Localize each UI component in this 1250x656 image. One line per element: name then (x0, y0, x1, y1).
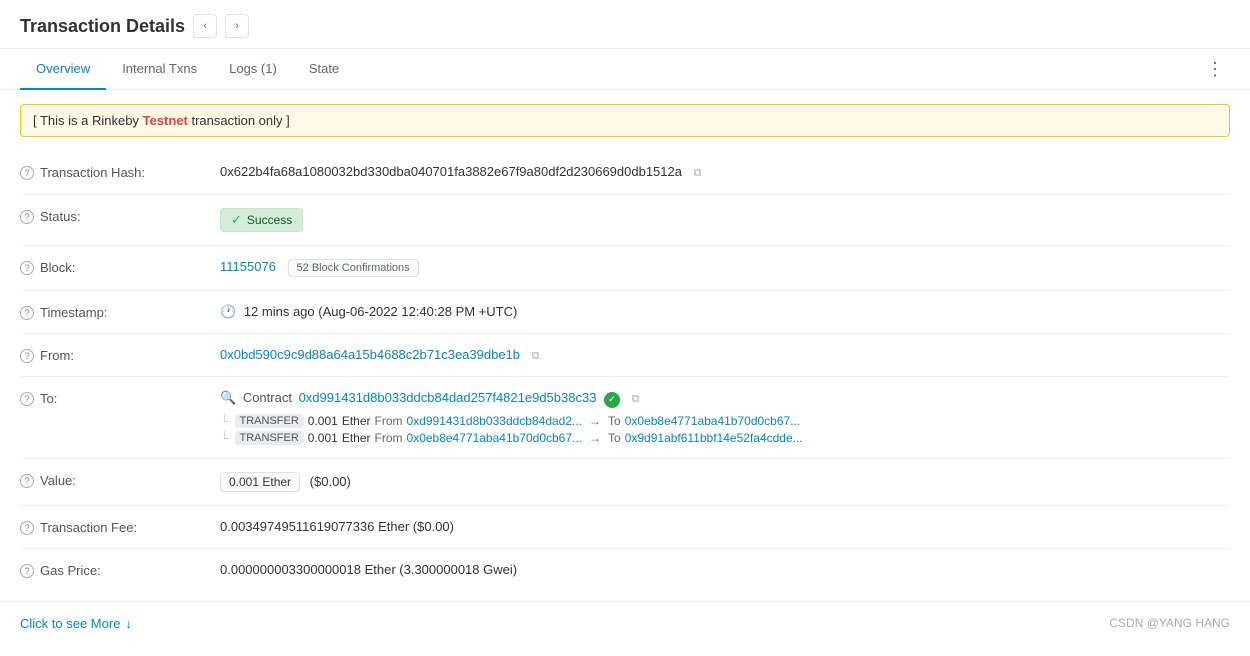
value-gas-price: 0.000000003300000018 Ether (3.300000018 … (220, 562, 1230, 577)
value-usd: ($0.00) (310, 474, 351, 489)
arrow-down-icon: ↓ (125, 616, 132, 631)
help-icon-block[interactable]: ? (20, 261, 34, 275)
testnet-highlight: Testnet (143, 113, 188, 128)
value-status: ✓ Success (220, 208, 1230, 232)
label-from: ? From: (20, 347, 220, 363)
footer-bar: Click to see More ↓ CSDN @YANG HANG (0, 601, 1250, 645)
help-icon-value[interactable]: ? (20, 474, 34, 488)
value-tx-fee: 0.00349749511619077336 Ether ($0.00) (220, 519, 1230, 534)
help-icon-gas-price[interactable]: ? (20, 564, 34, 578)
verified-check-icon: ✓ (604, 392, 620, 408)
row-tx-fee: ? Transaction Fee: 0.0034974951161907733… (20, 506, 1230, 549)
label-block: ? Block: (20, 259, 220, 275)
label-tx-fee: ? Transaction Fee: (20, 519, 220, 535)
row-timestamp: ? Timestamp: 🕐 12 mins ago (Aug-06-2022 … (20, 291, 1230, 334)
success-check-icon: ✓ (231, 212, 242, 228)
transfer-to-link-2[interactable]: 0x9d91abf611bbf14e52fa4cdde... (625, 431, 803, 445)
help-icon-to[interactable]: ? (20, 392, 34, 406)
help-icon-status[interactable]: ? (20, 210, 34, 224)
tab-overview[interactable]: Overview (20, 49, 106, 90)
clock-icon: 🕐 (220, 304, 236, 319)
tab-state[interactable]: State (293, 49, 355, 90)
tab-logs[interactable]: Logs (1) (213, 49, 293, 90)
testnet-banner: [ This is a Rinkeby Testnet transaction … (20, 104, 1230, 137)
transfer-label-2: TRANSFER (235, 431, 304, 445)
value-to: 🔍 Contract 0xd991431d8b033ddcb84dad257f4… (220, 390, 1230, 445)
row-gas-price: ? Gas Price: 0.000000003300000018 Ether … (20, 549, 1230, 591)
transfer-to-link-1[interactable]: 0x0eb8e4771aba41b70d0cb67... (625, 414, 801, 428)
copy-icon-to[interactable]: ⧉ (629, 393, 643, 407)
contract-search-icon: 🔍 (220, 390, 236, 405)
page-title: Transaction Details (20, 16, 185, 37)
label-to: ? To: (20, 390, 220, 406)
next-button[interactable]: › (225, 14, 249, 38)
tab-internal-txns[interactable]: Internal Txns (106, 49, 213, 90)
value-timestamp: 🕐 12 mins ago (Aug-06-2022 12:40:28 PM +… (220, 304, 1230, 320)
credit-text: CSDN @YANG HANG (1109, 616, 1230, 630)
value-block: 11155076 52 Block Confirmations (220, 259, 1230, 277)
label-tx-hash: ? Transaction Hash: (20, 164, 220, 180)
detail-table: ? Transaction Hash: 0x622b4fa68a1080032b… (0, 151, 1250, 591)
transfer-from-link-2[interactable]: 0x0eb8e4771aba41b70d0cb67... (407, 431, 583, 445)
transfer-amount-1: 0.001 (308, 414, 338, 428)
transfer-label-1: TRANSFER (235, 414, 304, 428)
tab-more-menu[interactable]: ⋮ (1202, 55, 1230, 83)
copy-icon-tx-hash[interactable]: ⧉ (691, 167, 705, 181)
row-status: ? Status: ✓ Success (20, 195, 1230, 246)
row-to: ? To: 🔍 Contract 0xd991431d8b033ddcb84da… (20, 377, 1230, 459)
transfer-line-1: TRANSFER 0.001 Ether From 0xd991431d8b03… (220, 414, 1230, 428)
value-from: 0x0bd590c9c9d88a64a15b4688c2b71c3ea39dbe… (220, 347, 1230, 364)
value-value: 0.001 Ether ($0.00) (220, 472, 1230, 492)
contract-address-link[interactable]: 0xd991431d8b033ddcb84dad257f4821e9d5b38c… (299, 390, 597, 405)
transfer-block: TRANSFER 0.001 Ether From 0xd991431d8b03… (220, 414, 1230, 445)
label-value: ? Value: (20, 472, 220, 488)
transfer-arrow-1: → (589, 414, 601, 428)
value-amount-badge: 0.001 Ether (220, 472, 300, 492)
help-icon-from[interactable]: ? (20, 349, 34, 363)
tabs-bar: Overview Internal Txns Logs (1) State ⋮ (0, 49, 1250, 90)
row-tx-hash: ? Transaction Hash: 0x622b4fa68a1080032b… (20, 151, 1230, 195)
click-more-link[interactable]: Click to see More ↓ (20, 616, 132, 631)
row-value: ? Value: 0.001 Ether ($0.00) (20, 459, 1230, 506)
label-timestamp: ? Timestamp: (20, 304, 220, 320)
from-address-link[interactable]: 0x0bd590c9c9d88a64a15b4688c2b71c3ea39dbe… (220, 347, 520, 362)
label-status: ? Status: (20, 208, 220, 224)
block-confirmations-badge: 52 Block Confirmations (288, 259, 419, 277)
help-icon-tx-fee[interactable]: ? (20, 521, 34, 535)
row-from: ? From: 0x0bd590c9c9d88a64a15b4688c2b71c… (20, 334, 1230, 378)
help-icon-timestamp[interactable]: ? (20, 306, 34, 320)
transfer-unit-2: Ether (342, 431, 371, 445)
page-header: Transaction Details ‹ › (0, 0, 1250, 49)
help-icon-tx-hash[interactable]: ? (20, 166, 34, 180)
success-badge: ✓ Success (220, 208, 303, 232)
transfer-unit-1: Ether (342, 414, 371, 428)
contract-label: Contract (243, 390, 292, 405)
label-gas-price: ? Gas Price: (20, 562, 220, 578)
copy-icon-from[interactable]: ⧉ (529, 349, 543, 363)
prev-button[interactable]: ‹ (193, 14, 217, 38)
transfer-arrow-2: → (589, 431, 601, 445)
transfer-from-link-1[interactable]: 0xd991431d8b033ddcb84dad2... (407, 414, 583, 428)
value-tx-hash: 0x622b4fa68a1080032bd330dba040701fa3882e… (220, 164, 1230, 181)
block-number-link[interactable]: 11155076 (220, 259, 276, 274)
row-block: ? Block: 11155076 52 Block Confirmations (20, 246, 1230, 291)
transfer-line-2: TRANSFER 0.001 Ether From 0x0eb8e4771aba… (220, 431, 1230, 445)
transfer-amount-2: 0.001 (308, 431, 338, 445)
